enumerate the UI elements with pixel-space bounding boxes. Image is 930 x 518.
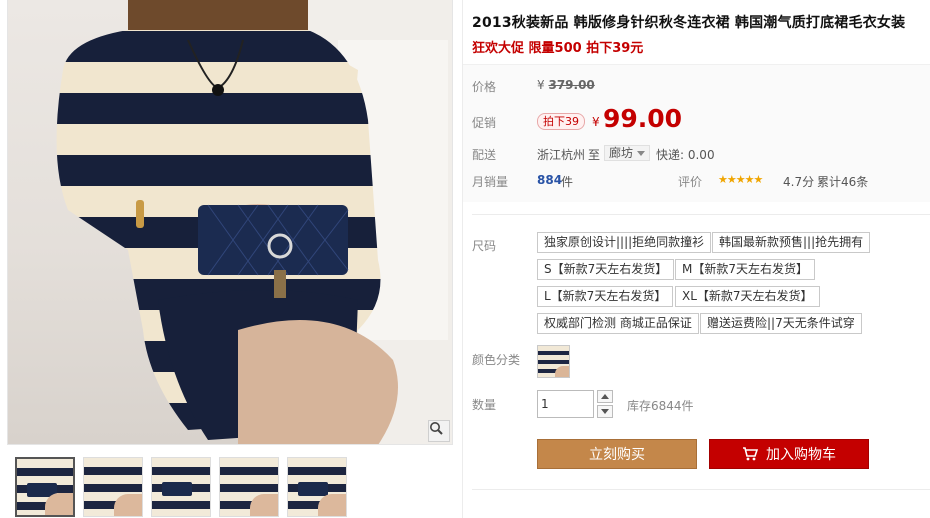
monthly-sales-unit: 件	[561, 175, 574, 189]
original-currency: ¥	[537, 78, 545, 92]
rating-label: 评价	[678, 175, 703, 189]
shipping-label: 配送	[472, 148, 497, 162]
size-option-m[interactable]: M【新款7天左右发货】	[675, 259, 815, 280]
destination-value: 廊坊	[609, 146, 634, 160]
separator-bottom	[472, 489, 930, 490]
rating-stars-icon: ★★★★★	[718, 173, 763, 186]
destination-select[interactable]: 廊坊	[604, 145, 650, 161]
size-option-l[interactable]: L【新款7天左右发货】	[537, 286, 674, 307]
size-option-1[interactable]: 独家原创设计||||拒绝同款撞衫	[537, 232, 712, 253]
shipping-to-word: 至	[588, 148, 601, 162]
size-option-7[interactable]: 权威部门检测 商城正品保证	[537, 313, 699, 334]
promotion-tag: 拍下39	[537, 113, 585, 130]
quantity-label: 数量	[472, 398, 497, 412]
quantity-input[interactable]	[537, 390, 594, 418]
monthly-sales-label: 月销量	[472, 175, 509, 189]
thumbnail-1[interactable]	[15, 457, 75, 517]
promo-currency: ¥	[592, 115, 600, 129]
stock-count: 库存6844件	[627, 399, 694, 413]
original-price-value: 379.00	[548, 78, 595, 92]
quantity-increase-button[interactable]	[597, 390, 613, 403]
color-option-swatch[interactable]	[537, 345, 570, 378]
color-label: 颜色分类	[472, 353, 521, 367]
magnifier-icon	[430, 422, 443, 435]
add-to-cart-button[interactable]: 加入购物车	[709, 439, 869, 469]
size-option-8[interactable]: 赠送运费险||7天无条件试穿	[700, 313, 862, 334]
monthly-sales-count: 884	[537, 173, 563, 187]
size-option-2[interactable]: 韩国最新款预售|||抢先拥有	[712, 232, 871, 253]
size-option-s[interactable]: S【新款7天左右发货】	[537, 259, 675, 280]
cart-icon	[743, 447, 758, 461]
buy-now-button[interactable]: 立刻购买	[537, 439, 697, 469]
product-photo	[56, 0, 452, 444]
shipping-from: 浙江杭州	[537, 148, 586, 162]
thumbnail-strip	[15, 457, 347, 517]
chevron-down-icon	[636, 151, 645, 156]
add-to-cart-label: 加入购物车	[766, 447, 836, 463]
rating-score: 4.7分	[783, 175, 815, 189]
chevron-down-icon	[601, 409, 609, 414]
original-price: ¥ 379.00	[537, 78, 595, 92]
thumbnail-3[interactable]	[151, 457, 211, 517]
size-option-xl[interactable]: XL【新款7天左右发货】	[675, 286, 820, 307]
chevron-up-icon	[601, 394, 609, 399]
thumbnail-4[interactable]	[219, 457, 279, 517]
price-label: 价格	[472, 80, 497, 94]
thumbnail-5[interactable]	[287, 457, 347, 517]
promotion-label: 促销	[472, 116, 497, 130]
shipping-fee: 快递: 0.00	[656, 148, 715, 162]
size-label: 尺码	[472, 239, 497, 253]
promo-price: 99.00	[603, 104, 683, 133]
main-product-image[interactable]	[7, 0, 453, 445]
quantity-decrease-button[interactable]	[597, 405, 613, 418]
product-title: 2013秋装新品 韩版修身针织秋冬连衣裙 韩国潮气质打底裙毛衣女装	[472, 15, 906, 31]
review-count-link[interactable]: 累计46条	[817, 173, 868, 190]
thumbnail-2[interactable]	[83, 457, 143, 517]
zoom-button[interactable]	[428, 420, 450, 442]
promo-line: 狂欢大促 限量500 拍下39元	[472, 41, 644, 56]
separator	[472, 214, 930, 215]
